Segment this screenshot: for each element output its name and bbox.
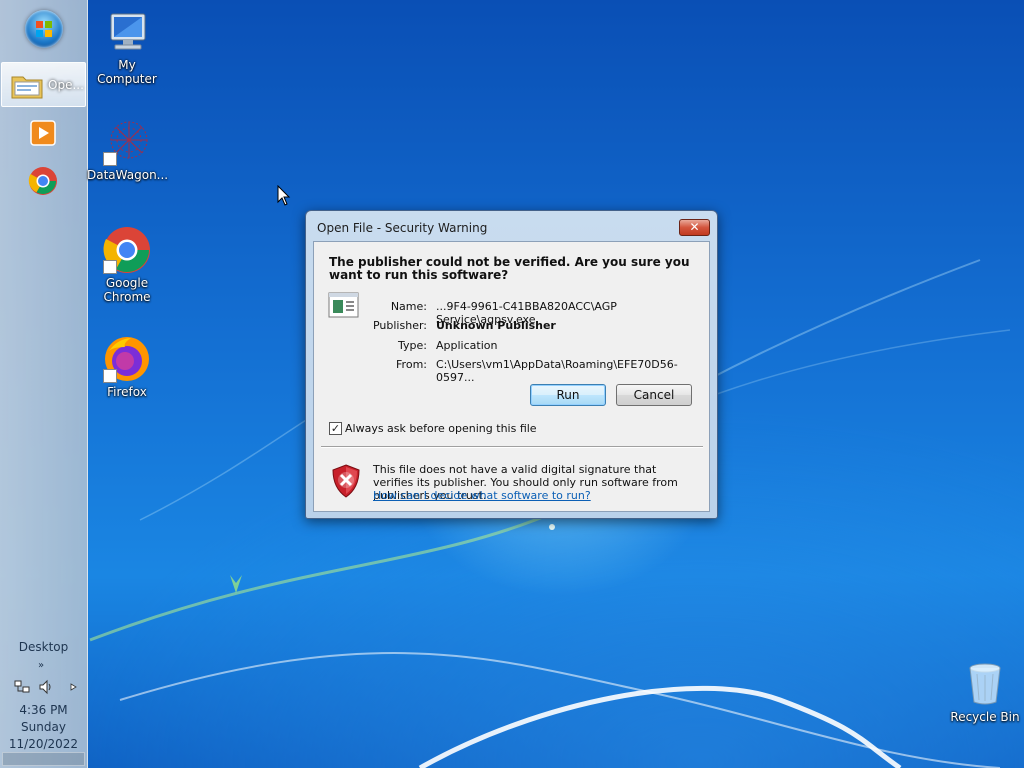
desktop-icon-label: Firefox bbox=[107, 385, 147, 399]
taskbar: Ope... Desktop » 4:36 PM Sunday 11/20/20… bbox=[0, 0, 88, 768]
desktop-icon-google-chrome[interactable]: Google Chrome bbox=[87, 226, 167, 304]
taskbar-item-label: Ope... bbox=[48, 78, 84, 92]
computer-icon bbox=[110, 13, 146, 50]
desktop-icon-datawagon[interactable]: DataWagon... bbox=[87, 118, 169, 182]
desktop-icon-label: DataWagon... bbox=[87, 168, 169, 182]
shortcut-arrow-icon bbox=[103, 152, 117, 166]
network-icon[interactable] bbox=[14, 679, 30, 695]
always-ask-checkbox[interactable]: ✓ bbox=[329, 422, 342, 435]
warning-question: The publisher could not be verified. Are… bbox=[329, 255, 690, 282]
clock-date[interactable]: 11/20/2022 bbox=[0, 737, 87, 751]
start-button[interactable] bbox=[25, 10, 63, 48]
clock-time[interactable]: 4:36 PM bbox=[0, 703, 87, 717]
chrome-icon[interactable] bbox=[28, 166, 58, 196]
clock-day[interactable]: Sunday bbox=[0, 720, 87, 734]
divider bbox=[321, 446, 703, 448]
chevron-down-icon[interactable]: » bbox=[38, 660, 44, 671]
from-value[interactable]: C:\Users\vm1\AppData\Roaming\EFE70D56-05… bbox=[436, 358, 709, 384]
show-hidden-icons-arrow-icon[interactable] bbox=[69, 679, 79, 695]
publisher-value: Unknown Publisher bbox=[436, 319, 556, 332]
desktop-label[interactable]: Desktop bbox=[0, 640, 87, 654]
recycle-bin-icon bbox=[969, 663, 1001, 705]
taskbar-item-open-file-dialog[interactable]: Ope... bbox=[1, 62, 86, 107]
show-desktop-button[interactable] bbox=[2, 752, 85, 766]
run-button[interactable]: Run bbox=[530, 384, 606, 406]
mouse-cursor-icon bbox=[277, 185, 291, 206]
desktop-icon-my-computer[interactable]: My Computer bbox=[87, 8, 167, 86]
desktop-icon-label: Google Chrome bbox=[103, 276, 151, 304]
dialog-content: The publisher could not be verified. Are… bbox=[313, 241, 710, 512]
name-label: Name: bbox=[390, 300, 427, 313]
desktop-icon-label: Recycle Bin bbox=[950, 710, 1020, 724]
folder-icon bbox=[11, 76, 43, 99]
type-label: Type: bbox=[398, 339, 427, 352]
publisher-label: Publisher: bbox=[372, 319, 427, 332]
volume-icon[interactable] bbox=[38, 679, 54, 695]
desktop-icon-recycle-bin[interactable]: Recycle Bin bbox=[945, 660, 1024, 724]
always-ask-checkbox-label[interactable]: Always ask before opening this file bbox=[345, 422, 537, 435]
cancel-button[interactable]: Cancel bbox=[616, 384, 692, 406]
security-warning-dialog: Open File - Security Warning ✕ The publi… bbox=[305, 210, 718, 519]
desktop-icon-label: My Computer bbox=[97, 58, 157, 86]
from-label: From: bbox=[396, 358, 427, 371]
windows-flag-icon bbox=[36, 21, 52, 37]
desktop-icon-firefox[interactable]: Firefox bbox=[87, 335, 167, 399]
media-player-icon[interactable] bbox=[28, 118, 58, 148]
shortcut-arrow-icon bbox=[103, 260, 117, 274]
close-button[interactable]: ✕ bbox=[679, 219, 710, 236]
shortcut-arrow-icon bbox=[103, 369, 117, 383]
help-link[interactable]: How can I decide what software to run? bbox=[373, 489, 591, 502]
type-value: Application bbox=[436, 339, 498, 352]
dialog-title: Open File - Security Warning bbox=[317, 221, 488, 235]
error-shield-icon bbox=[332, 464, 360, 498]
